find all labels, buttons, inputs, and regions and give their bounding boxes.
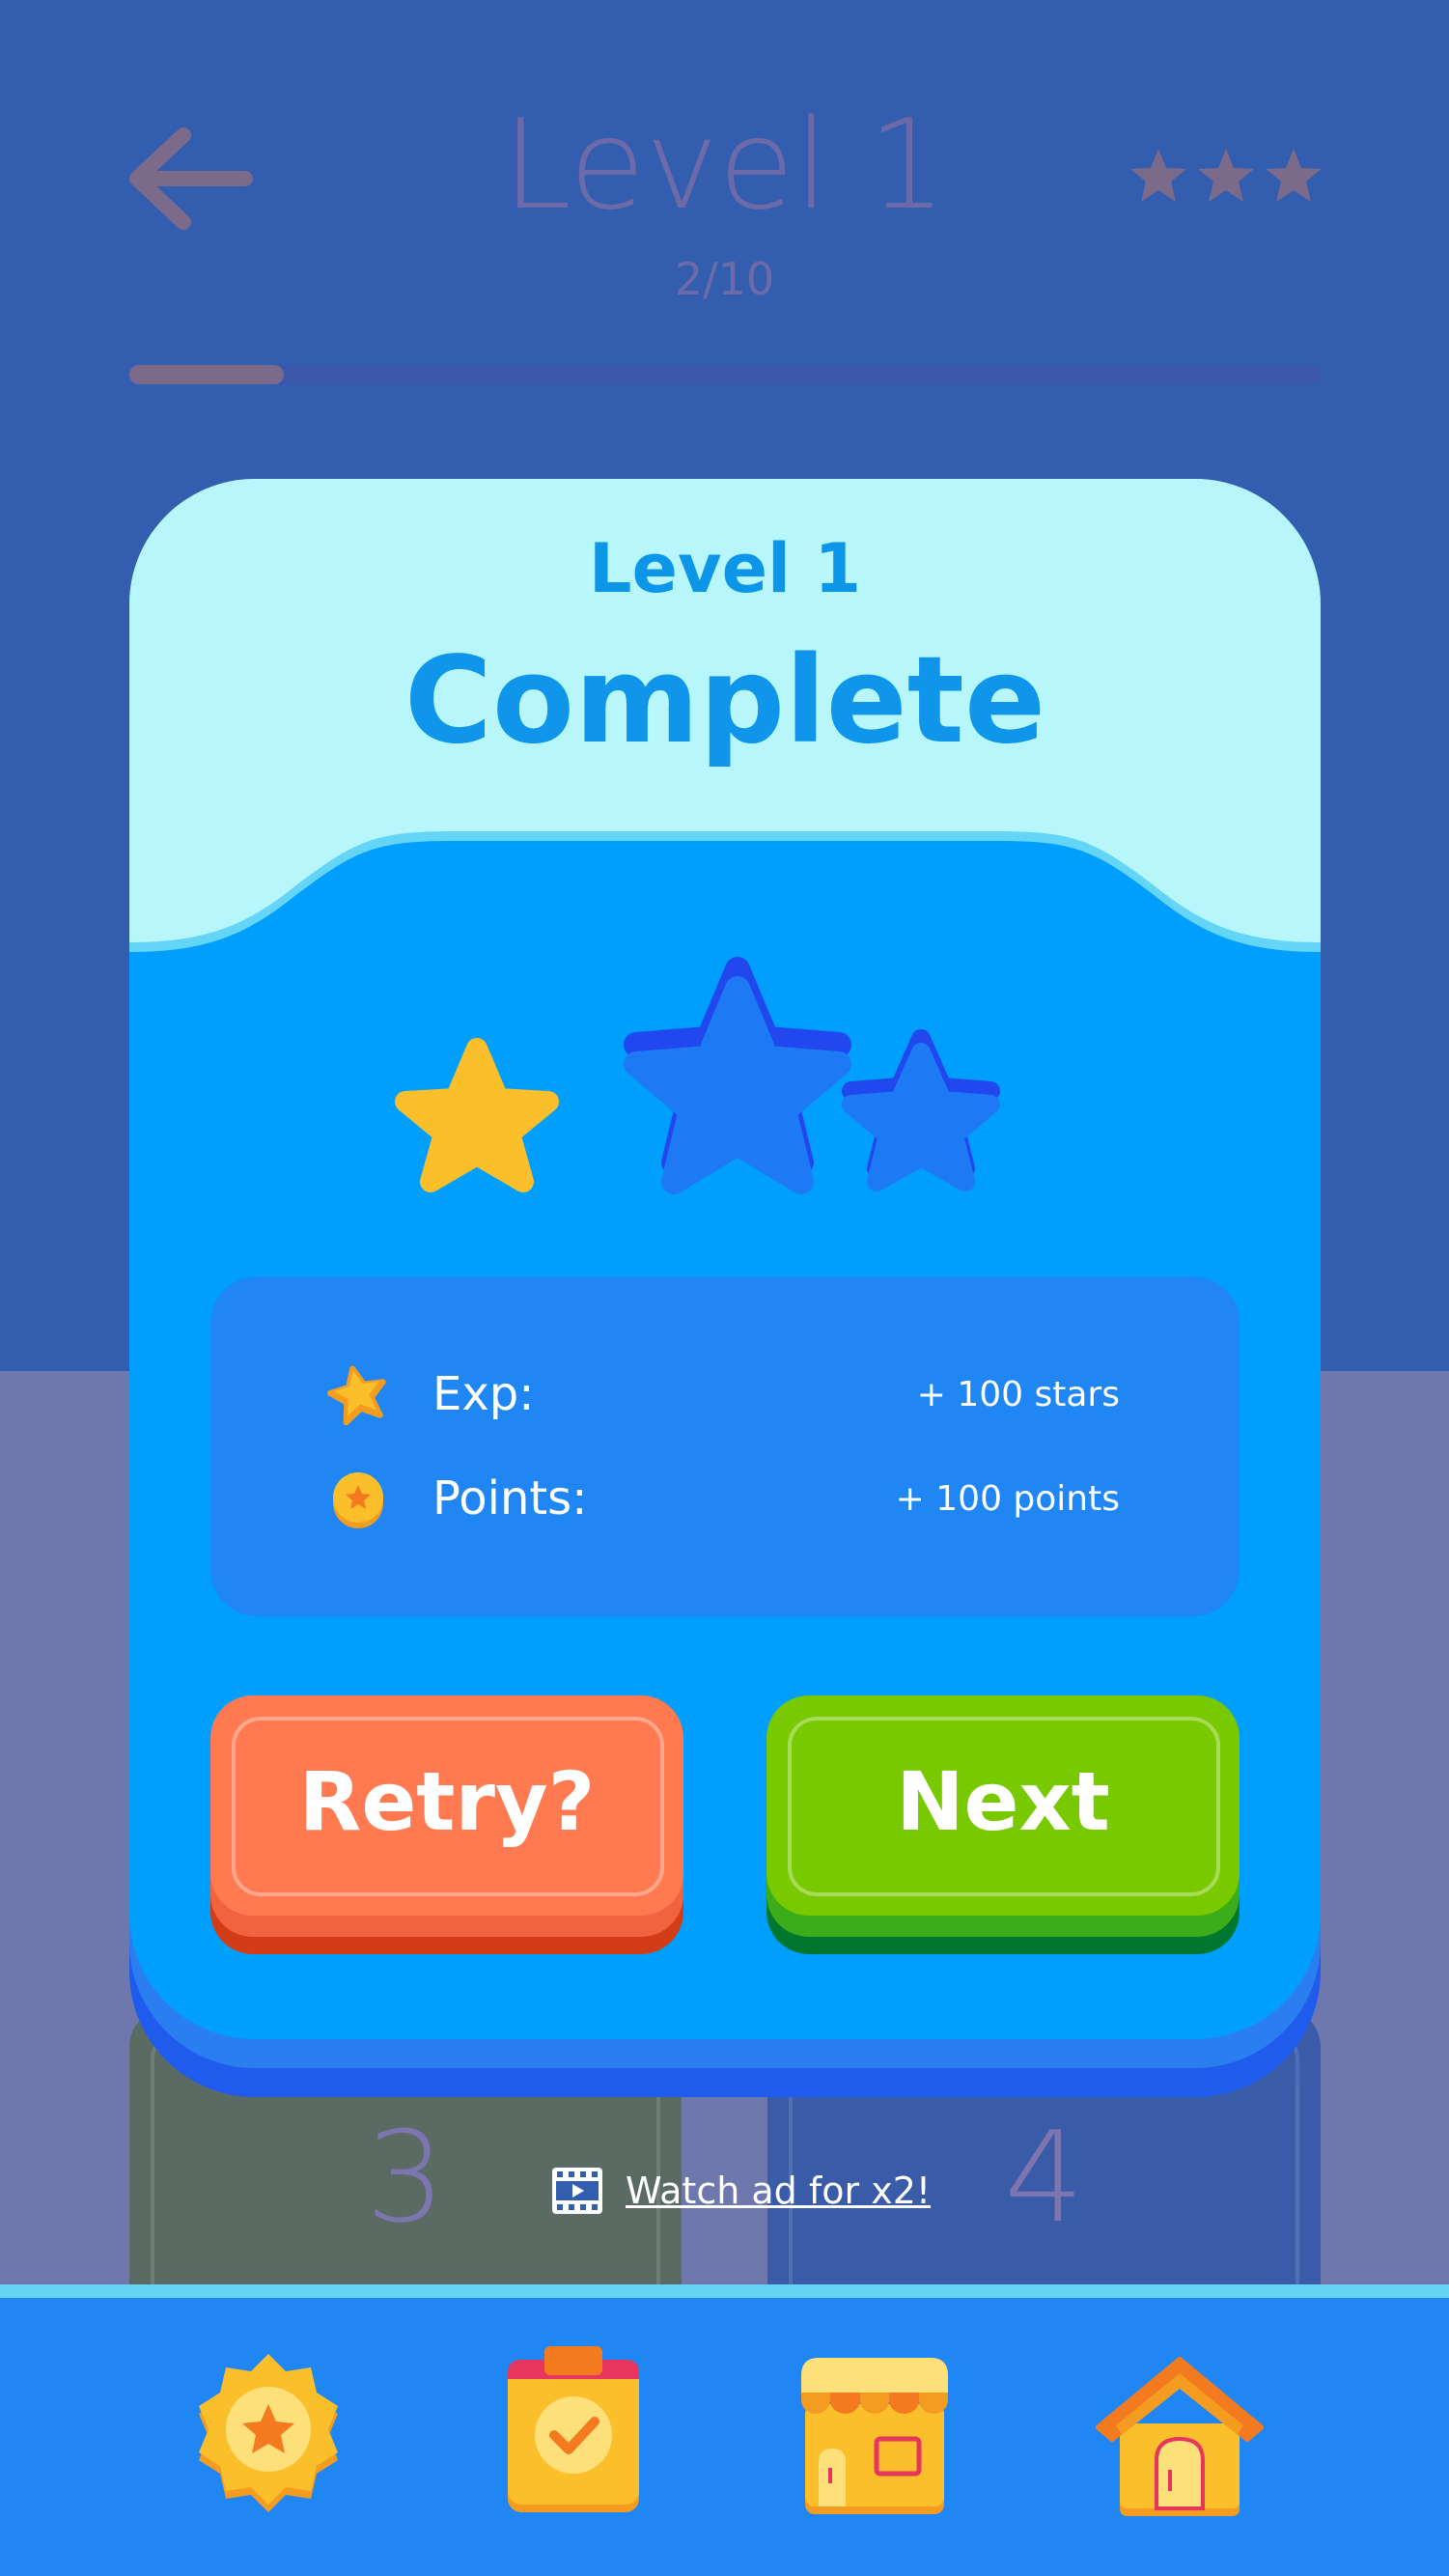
level-progress-text: 2/10: [674, 253, 775, 305]
coin-icon: [333, 1472, 383, 1528]
retry-button[interactable]: Retry?: [210, 1695, 683, 1954]
star-icon: [326, 1365, 386, 1426]
star-earned-icon: [395, 1038, 559, 1192]
header-star-icon: [1266, 149, 1322, 202]
next-button[interactable]: Next: [766, 1695, 1240, 1954]
bottom-nav-border: [0, 2284, 1449, 2298]
shop-icon[interactable]: [788, 2346, 961, 2520]
badge-star-icon[interactable]: [181, 2346, 355, 2520]
header-star-icon: [1198, 149, 1254, 202]
film-icon: [552, 2168, 602, 2214]
next-button-label: Next: [896, 1754, 1110, 1849]
level-complete-dialog: Level 1 Complete Exp: + 100 stars Points…: [129, 479, 1321, 2039]
reward-row-exp: Exp: + 100 stars: [210, 1356, 1240, 1433]
level-progress-bar: [129, 365, 1321, 384]
level-progress-fill: [129, 365, 285, 384]
reward-value: + 100 stars: [916, 1375, 1120, 1414]
header-stars: [1130, 149, 1322, 202]
reward-row-points: Points: + 100 points: [210, 1460, 1240, 1537]
home-icon[interactable]: [1093, 2346, 1267, 2520]
retry-button-label: Retry?: [298, 1754, 596, 1849]
header-star-icon: [1130, 149, 1186, 202]
dialog-level-label: Level 1: [588, 529, 862, 608]
reward-value: + 100 points: [895, 1479, 1120, 1519]
watch-ad-label[interactable]: Watch ad for x2!: [626, 2170, 931, 2212]
clipboard-check-icon[interactable]: [487, 2346, 660, 2520]
reward-label: Points:: [432, 1471, 588, 1526]
reward-label: Exp:: [432, 1367, 535, 1421]
dialog-heading: Complete: [404, 631, 1046, 770]
watch-ad-link[interactable]: Watch ad for x2!: [550, 2161, 931, 2221]
rewards-panel: Exp: + 100 stars Points: + 100 points: [210, 1276, 1240, 1616]
rating-stars: [395, 957, 1000, 1194]
